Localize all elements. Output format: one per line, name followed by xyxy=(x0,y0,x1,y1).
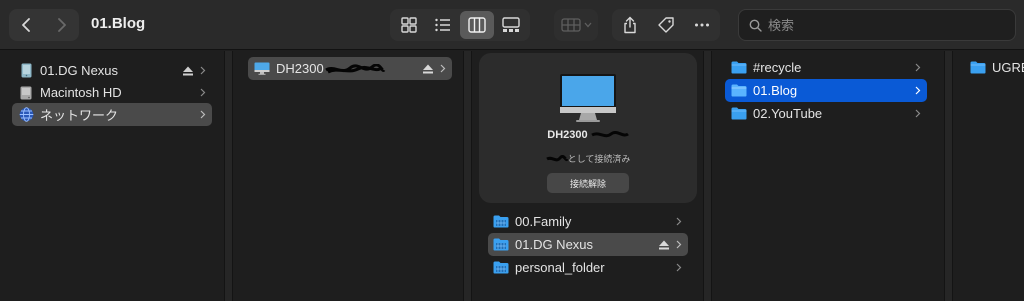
redaction-scribble xyxy=(590,131,629,138)
folder-label: #recycle xyxy=(753,60,802,75)
location-item-macintosh-hd[interactable]: Macintosh HD xyxy=(12,81,212,104)
grid-icon xyxy=(401,17,417,33)
view-mode-switcher xyxy=(390,9,530,41)
share-button[interactable] xyxy=(614,11,646,39)
search-input[interactable] xyxy=(768,17,1008,33)
tag-button[interactable] xyxy=(650,11,682,39)
location-item-network[interactable]: ネットワーク xyxy=(12,103,212,126)
folder-icon xyxy=(731,60,747,76)
monitor-icon xyxy=(254,61,270,77)
ellipsis-icon xyxy=(695,23,709,27)
group-by-button[interactable] xyxy=(554,9,598,41)
folder-label: 02.YouTube xyxy=(753,106,823,121)
folder-item-ugre[interactable]: UGRE xyxy=(966,56,1024,79)
back-button[interactable] xyxy=(9,9,44,41)
server-item-dh2300[interactable]: DH2300 xyxy=(248,57,452,80)
window-title: 01.Blog xyxy=(91,15,146,32)
folder-item-youtube[interactable]: 02.YouTube xyxy=(725,102,927,125)
redaction-scribble xyxy=(545,155,568,162)
share-label: 01.DG Nexus xyxy=(515,237,594,252)
shared-folder-icon xyxy=(493,214,509,230)
share-label: 00.Family xyxy=(515,214,572,229)
column-resize-handle[interactable] xyxy=(703,51,712,301)
share-icon xyxy=(624,16,636,34)
network-globe-icon xyxy=(18,107,34,123)
server-label: DH2300 xyxy=(276,61,422,76)
internal-drive-icon xyxy=(18,85,34,101)
more-actions-button[interactable] xyxy=(686,11,718,39)
icon-view-button[interactable] xyxy=(392,11,426,39)
chevron-right-icon xyxy=(676,240,682,249)
navigation-buttons xyxy=(9,9,79,41)
location-label: Macintosh HD xyxy=(40,85,122,100)
chevron-right-icon xyxy=(676,263,682,272)
folder-item-blog[interactable]: 01.Blog xyxy=(725,79,927,102)
redaction-scribble xyxy=(324,63,385,73)
chevron-right-icon xyxy=(915,63,921,72)
chevron-left-icon xyxy=(22,18,30,32)
chevron-right-icon xyxy=(915,109,921,118)
disconnect-button[interactable]: 接続解除 xyxy=(547,173,629,193)
location-label: 01.DG Nexus xyxy=(40,63,119,78)
network-column: DH2300 xyxy=(234,51,460,301)
list-icon xyxy=(435,18,450,32)
column-resize-handle[interactable] xyxy=(463,51,472,301)
blog-column: UGRE xyxy=(954,51,1024,301)
location-item-dg-nexus[interactable]: 01.DG Nexus xyxy=(12,59,212,82)
gallery-icon xyxy=(502,17,520,32)
action-buttons xyxy=(612,9,720,41)
chevron-right-icon xyxy=(58,18,66,32)
eject-icon[interactable] xyxy=(182,66,194,76)
share-item-family[interactable]: 00.Family xyxy=(488,210,688,233)
chevron-right-icon xyxy=(200,66,206,75)
folder-label: 01.Blog xyxy=(753,83,798,98)
chevron-right-icon xyxy=(915,86,921,95)
group-grid-icon xyxy=(560,18,581,32)
column-resize-handle[interactable] xyxy=(944,51,953,301)
eject-icon[interactable] xyxy=(658,240,670,250)
chevron-down-icon xyxy=(584,22,591,28)
location-label: ネットワーク xyxy=(40,108,119,123)
folder-icon xyxy=(731,83,747,99)
gallery-view-button[interactable] xyxy=(494,11,528,39)
eject-icon[interactable] xyxy=(422,64,434,74)
shared-folder-icon xyxy=(493,237,509,253)
column-resize-handle[interactable] xyxy=(224,51,233,301)
server-name: DH2300 xyxy=(479,129,697,141)
chevron-right-icon xyxy=(200,110,206,119)
chevron-right-icon xyxy=(676,217,682,226)
shared-folder-icon xyxy=(493,260,509,276)
search-field[interactable] xyxy=(738,9,1016,41)
columns-icon xyxy=(468,17,486,33)
server-preview-card: DH2300 として接続済み 接続解除 xyxy=(479,53,697,203)
tag-icon xyxy=(658,17,674,33)
share-item-personal-folder[interactable]: personal_folder xyxy=(488,256,688,279)
column-view-button[interactable] xyxy=(460,11,494,39)
locations-column: 01.DG Nexus Macintosh HD ネットワーク xyxy=(0,51,220,301)
imac-icon xyxy=(560,74,616,122)
folder-icon xyxy=(731,106,747,122)
toolbar: 01.Blog xyxy=(0,0,1024,50)
forward-button[interactable] xyxy=(44,9,79,41)
chevron-right-icon xyxy=(440,64,446,73)
chevron-right-icon xyxy=(200,88,206,97)
folder-icon xyxy=(970,60,986,76)
connection-status: として接続済み xyxy=(479,152,697,165)
folder-label: UGRE xyxy=(992,60,1024,75)
share-item-dg-nexus[interactable]: 01.DG Nexus xyxy=(488,233,688,256)
search-icon xyxy=(749,19,762,32)
list-view-button[interactable] xyxy=(426,11,460,39)
external-drive-icon xyxy=(18,63,34,79)
folder-item-recycle[interactable]: #recycle xyxy=(725,56,927,79)
share-label: personal_folder xyxy=(515,260,605,275)
